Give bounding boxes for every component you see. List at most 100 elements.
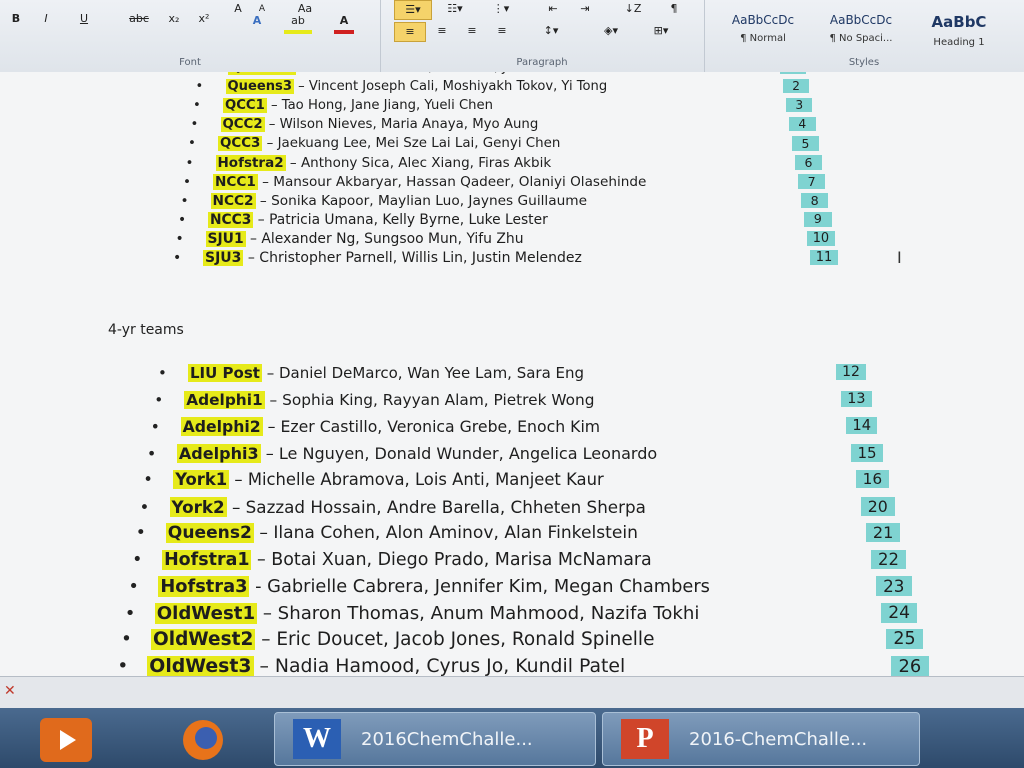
bullets-icon[interactable]: ☰▾ [394,0,432,20]
firefox-icon[interactable] [170,718,236,762]
increase-indent-icon[interactable]: ⇥ [572,0,598,18]
list-bullet: • [185,155,194,171]
style-heading-1[interactable]: AaBbC Heading 1 [912,8,1006,54]
team-name: QCC2 [220,117,265,132]
style-name: ¶ Normal [740,33,786,44]
team-name: QCC3 [218,136,263,151]
decrease-indent-icon[interactable]: ⇤ [540,0,566,18]
team-name: OldWest1 [154,602,258,624]
align-left-icon[interactable]: ≡ [394,22,426,42]
numbering-icon[interactable]: ☷▾ [440,0,470,18]
list-item: NCC3 – Patricia Umana, Kelly Byrne, Luke… [208,212,548,228]
borders-icon[interactable]: ⊞▾ [646,22,676,40]
list-item: York1 – Michelle Abramova, Lois Anti, Ma… [173,470,604,489]
team-number: 2 [783,79,810,93]
style-sample: AaBbCcDc [731,13,795,27]
taskbar-item-word[interactable]: W 2016ChemChalle... [274,712,596,766]
team-number: 10 [807,231,835,246]
team-members: – Alexander Ng, Sungsoo Mun, Yifu Zhu [245,231,524,247]
list-bullet: • [135,523,146,543]
list-item: York2 – Sazzad Hossain, Andre Barella, C… [169,496,646,517]
team-number: 15 [851,443,884,462]
team-name: NCC3 [208,212,254,228]
team-members: – Sharon Thomas, Anum Mahmood, Nazifa To… [257,602,700,624]
shading-icon[interactable]: ◈▾ [596,22,626,40]
team-number: 23 [876,576,912,596]
team-members: – Patricia Umana, Kelly Byrne, Luke Lest… [253,212,548,228]
taskbar-item-label: 2016-ChemChalle... [689,729,868,750]
list-bullet: • [198,72,206,75]
style-name: Heading 1 [933,37,985,48]
text-effects-icon[interactable]: A [244,12,270,30]
team-name: SJU3 [203,250,244,266]
team-number: 25 [886,629,923,649]
status-bar: ✕ [0,676,1024,709]
team-members: – Arwa El-Rowmeim, XinYi Hui, Joshua Yam… [296,72,608,75]
sort-icon[interactable]: ↓Z [620,0,646,18]
team-number: 3 [786,98,813,112]
team-name: Adelphi2 [180,417,263,436]
team-name: Hofstra3 [158,576,250,597]
team-number: 13 [841,390,872,407]
team-members: – Daniel DeMarco, Wan Yee Lam, Sara Eng [261,364,585,382]
multilevel-list-icon[interactable]: ⋮▾ [486,0,516,18]
paragraph-group: ☰▾ ☷▾ ⋮▾ ⇤ ⇥ ↓Z ¶ ≡ ≡ ≡ ≡ ↕▾ ◈▾ ⊞▾ Parag… [380,0,705,72]
list-bullet: • [195,79,204,94]
team-name: Queens3 [225,79,294,94]
font-group-label: Font [179,57,201,68]
line-spacing-icon[interactable]: ↕▾ [536,22,566,40]
team-members: – Ilana Cohen, Alon Aminov, Alan Finkels… [253,523,638,543]
italic-button[interactable]: I [36,10,56,28]
close-icon[interactable]: ✕ [4,683,16,699]
justify-icon[interactable]: ≡ [492,22,512,40]
ribbon: A A Aa B I U abc x₂ x² A ab A Font ☰▾ ☷▾… [0,0,1024,73]
align-right-icon[interactable]: ≡ [462,22,482,40]
bold-button[interactable]: B [6,10,26,28]
word-icon: W [293,719,341,759]
font-color-icon[interactable]: A [334,12,354,34]
font-group: A A Aa B I U abc x₂ x² A ab A Font [0,0,381,72]
team-members: – Ezer Castillo, Veronica Grebe, Enoch K… [262,417,601,436]
team-name: NCC1 [213,174,258,190]
list-item: SJU3 – Christopher Parnell, Willis Lin, … [203,250,582,266]
show-formatting-icon[interactable]: ¶ [664,0,684,18]
list-bullet: • [178,212,187,228]
subscript-button[interactable]: x₂ [164,10,184,28]
document-page[interactable]: • Queens1 – Arwa El-Rowmeim, XinYi Hui, J… [0,72,1024,676]
team-name: Adelphi1 [184,390,265,409]
team-number: 16 [856,470,889,488]
list-item: Adelphi1 – Sophia King, Rayyan Alam, Pie… [184,390,594,409]
media-player-icon[interactable] [40,718,92,762]
strikethrough-button[interactable]: abc [124,10,154,28]
team-name: York1 [173,470,230,489]
team-members: – Vincent Joseph Cali, Moshiyakh Tokov, … [293,79,608,94]
list-item: OldWest1 – Sharon Thomas, Anum Mahmood, … [154,602,700,624]
highlight-color-icon[interactable]: ab [284,12,312,34]
style-normal[interactable]: AaBbCcDc ¶ Normal [716,8,810,54]
underline-button[interactable]: U [74,10,94,28]
list-bullet: • [183,174,192,190]
list-bullet: • [193,98,201,113]
section-heading: 4-yr teams [108,322,184,338]
team-members: – Eric Doucet, Jacob Jones, Ronald Spine… [255,629,655,650]
list-item: NCC1 – Mansour Akbaryar, Hassan Qadeer, … [213,174,646,190]
team-number: 26 [891,655,929,676]
team-members: – Mansour Akbaryar, Hassan Qadeer, Olani… [257,174,647,190]
style-no-spacing[interactable]: AaBbCcDc ¶ No Spaci... [814,8,908,54]
list-item: LIU Post – Daniel DeMarco, Wan Yee Lam, … [188,364,584,382]
align-center-icon[interactable]: ≡ [432,22,452,40]
text-cursor-icon: I [897,248,902,267]
superscript-button[interactable]: x² [194,10,214,28]
list-bullet: • [143,470,153,489]
taskbar: W 2016ChemChalle... P 2016-ChemChalle... [0,708,1024,768]
list-item: SJU1 – Alexander Ng, Sungsoo Mun, Yifu Z… [205,231,524,247]
team-number: 8 [801,193,829,208]
list-bullet: • [128,576,139,597]
team-members: - Gabrielle Cabrera, Jennifer Kim, Megan… [249,576,710,597]
team-members: – Sonika Kapoor, Maylian Luo, Jaynes Gui… [255,193,588,209]
team-name: SJU1 [205,231,246,247]
taskbar-item-powerpoint[interactable]: P 2016-ChemChalle... [602,712,920,766]
team-members: – Nadia Hamood, Cyrus Jo, Kundil Patel [253,655,626,677]
list-item: Adelphi2 – Ezer Castillo, Veronica Grebe… [180,417,601,436]
styles-group: AaBbCcDc ¶ Normal AaBbCcDc ¶ No Spaci...… [704,0,1024,72]
